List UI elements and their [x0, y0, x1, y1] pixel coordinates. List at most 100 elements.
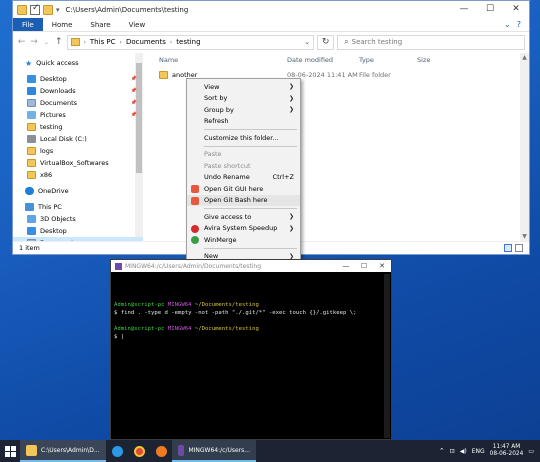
- forward-arrow-icon[interactable]: →: [29, 37, 38, 47]
- folder-icon: [27, 159, 36, 167]
- taskbar-terminal-task[interactable]: MINGW64:/c/Users...: [172, 440, 256, 462]
- breadcrumb-testing[interactable]: testing: [176, 38, 200, 46]
- folder-icon: [27, 171, 36, 179]
- column-name[interactable]: Name: [143, 56, 287, 64]
- terminal-minimize-button[interactable]: —: [337, 262, 355, 270]
- breadcrumb-this-pc[interactable]: This PC: [90, 38, 116, 46]
- nav-item-desktop[interactable]: Desktop: [13, 225, 143, 237]
- nav-item-quick-access[interactable]: ★ Quick access: [13, 57, 143, 69]
- scroll-down-icon[interactable]: ▼: [520, 233, 529, 240]
- tab-view[interactable]: View: [120, 18, 155, 31]
- pin-icon: 📌: [130, 112, 137, 118]
- taskbar-explorer-task[interactable]: C:\Users\Admin\D...: [20, 440, 106, 462]
- menu-item-paste-shortcut: Paste shortcut: [187, 160, 300, 172]
- folder-icon: [27, 147, 36, 155]
- network-icon[interactable]: ⊡: [450, 448, 455, 455]
- recent-locations-icon[interactable]: ⌄: [42, 39, 51, 46]
- content-scrollbar[interactable]: ▲ ▼: [520, 53, 529, 241]
- column-type[interactable]: Type: [359, 56, 417, 64]
- menu-item-sort-by[interactable]: Sort by ❯: [187, 93, 300, 105]
- menu-item-label: Paste: [204, 150, 222, 159]
- refresh-button[interactable]: ↻: [317, 34, 335, 50]
- search-box[interactable]: ⌕ Search testing: [337, 34, 526, 50]
- star-icon: ★: [25, 58, 33, 68]
- up-arrow-icon[interactable]: ↑: [54, 37, 63, 47]
- menu-item-view[interactable]: View ❯: [187, 81, 300, 93]
- documents-icon: [27, 99, 36, 107]
- nav-item-desktop[interactable]: Desktop 📌: [13, 73, 143, 85]
- volume-icon[interactable]: ◀): [460, 448, 467, 455]
- terminal-scrollbar[interactable]: [384, 274, 390, 438]
- nav-item-local-disk-c[interactable]: Local Disk (C:): [13, 133, 143, 145]
- taskbar-chrome[interactable]: [128, 440, 150, 462]
- nav-item-label: Downloads: [40, 87, 76, 95]
- git-bash-terminal-window: MINGW64:/c/Users/Admin/Documents/testing…: [110, 259, 392, 440]
- nav-item-downloads[interactable]: Downloads 📌: [13, 85, 143, 97]
- menu-item-customize-this-folder[interactable]: Customize this folder...: [187, 132, 300, 144]
- new-folder-icon[interactable]: [43, 4, 53, 15]
- menu-item-open-git-bash-here[interactable]: Open Git Bash here: [187, 194, 300, 206]
- menu-item-winmerge[interactable]: WinMerge: [187, 234, 300, 246]
- menu-item-give-access-to[interactable]: Give access to ❯: [187, 211, 300, 223]
- terminal-maximize-button[interactable]: ☐: [355, 262, 373, 270]
- menu-item-undo-rename[interactable]: Undo Rename Ctrl+Z: [187, 172, 300, 184]
- nav-item-this-pc[interactable]: This PC: [13, 201, 143, 213]
- avira-icon: [191, 224, 199, 233]
- window-title: C:\Users\Admin\Documents\testing: [65, 5, 189, 14]
- expand-ribbon-icon[interactable]: ⌄: [504, 20, 511, 29]
- tab-share[interactable]: Share: [81, 18, 119, 31]
- terminal-output[interactable]: Admin@script-pc MINGW64 ~/Documents/test…: [111, 272, 391, 441]
- column-size[interactable]: Size: [417, 56, 467, 64]
- help-icon[interactable]: ?: [517, 20, 521, 29]
- menu-item-avira-system-speedup[interactable]: Avira System Speedup ❯: [187, 223, 300, 235]
- clock[interactable]: 11:47 AM 08-06-2024: [490, 444, 524, 458]
- menu-item-label: Customize this folder...: [204, 133, 279, 142]
- start-button[interactable]: [0, 440, 20, 462]
- folder-icon: [17, 4, 27, 15]
- show-hidden-icons-icon[interactable]: ⌃: [439, 447, 445, 455]
- back-arrow-icon[interactable]: ←: [17, 37, 26, 47]
- nav-item-onedrive[interactable]: OneDrive: [13, 185, 143, 197]
- terminal-close-button[interactable]: ✕: [373, 262, 391, 270]
- nav-item-pictures[interactable]: Pictures 📌: [13, 109, 143, 121]
- menu-item-refresh[interactable]: Refresh: [187, 116, 300, 128]
- nav-item-3d-objects[interactable]: 3D Objects: [13, 213, 143, 225]
- menu-item-open-git-gui-here[interactable]: Open Git GUI here: [187, 183, 300, 195]
- column-date-modified[interactable]: Date modified: [287, 56, 359, 64]
- minimize-button[interactable]: —: [451, 1, 477, 18]
- terminal-title: MINGW64:/c/Users/Admin/Documents/testing: [125, 262, 262, 270]
- customize-qat-icon[interactable]: ▾: [56, 6, 60, 14]
- chevron-right-icon[interactable]: ›: [84, 39, 86, 46]
- prompt-env: MINGW64: [167, 326, 192, 332]
- taskbar-firefox[interactable]: [150, 440, 172, 462]
- chevron-down-icon[interactable]: ⌄: [304, 38, 313, 46]
- address-bar[interactable]: › This PC › Documents › testing ⌄: [66, 34, 315, 50]
- chevron-right-icon[interactable]: ›: [170, 39, 172, 46]
- folder-icon: [70, 38, 80, 46]
- breadcrumb-documents[interactable]: Documents: [126, 38, 166, 46]
- large-icons-view-icon[interactable]: [515, 244, 523, 252]
- notifications-icon[interactable]: ▭: [528, 448, 534, 455]
- nav-item-testing[interactable]: testing: [13, 121, 143, 133]
- taskbar-edge[interactable]: [106, 440, 128, 462]
- details-view-icon[interactable]: [504, 244, 512, 252]
- maximize-button[interactable]: ☐: [477, 1, 503, 18]
- language-indicator[interactable]: ENG: [472, 448, 485, 455]
- tab-home[interactable]: Home: [43, 18, 82, 31]
- pin-icon: 📌: [130, 100, 137, 106]
- git-bash-icon: [115, 262, 122, 270]
- tab-file[interactable]: File: [13, 18, 43, 31]
- menu-item-group-by[interactable]: Group by ❯: [187, 104, 300, 116]
- navigation-pane: ★ Quick access Desktop 📌 Downloads 📌 Documents…: [13, 53, 143, 241]
- scroll-up-icon[interactable]: ▲: [520, 54, 529, 61]
- nav-item-logs[interactable]: logs: [13, 145, 143, 157]
- nav-item-label: Desktop: [40, 75, 67, 83]
- nav-item-documents[interactable]: Documents 📌: [13, 97, 143, 109]
- properties-check-icon[interactable]: [30, 3, 40, 15]
- chevron-right-icon[interactable]: ›: [120, 39, 122, 46]
- clock-date: 08-06-2024: [489, 451, 524, 457]
- nav-item-x86[interactable]: x86: [13, 169, 143, 181]
- nav-item-virtualbox-softwares[interactable]: VirtualBox_Softwares: [13, 157, 143, 169]
- search-input[interactable]: Search testing: [352, 38, 403, 46]
- close-button[interactable]: ✕: [503, 1, 529, 18]
